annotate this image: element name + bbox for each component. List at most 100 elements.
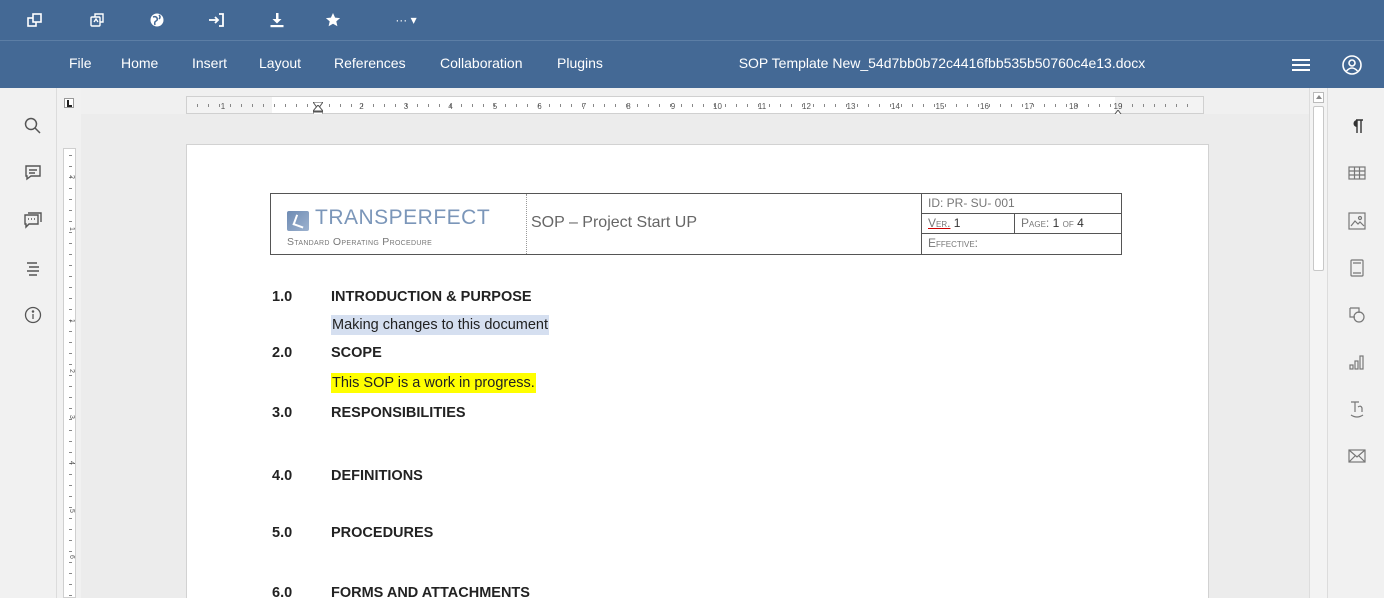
ruler-tick	[1066, 104, 1067, 107]
ruler-tick	[69, 331, 72, 332]
ruler-number: 2	[68, 369, 75, 373]
ruler-tick	[373, 104, 374, 107]
ruler-number: 1	[221, 102, 226, 111]
ruler-tick	[384, 104, 385, 107]
image-icon[interactable]	[1346, 210, 1368, 232]
ruler-number: 2	[359, 102, 364, 111]
menu-insert[interactable]: Insert	[192, 55, 227, 71]
globe-icon[interactable]	[144, 8, 170, 32]
star-icon[interactable]	[320, 8, 346, 32]
more-icon[interactable]: ··· ▾	[384, 8, 428, 32]
mail-merge-icon[interactable]	[1346, 445, 1368, 467]
section-text[interactable]: This SOP is a work in progress.	[331, 373, 536, 393]
page-total: 4	[1077, 216, 1084, 230]
document-canvas[interactable]: TRANSPERFECT Standard Operating Procedur…	[81, 114, 1309, 598]
ruler-tick	[69, 562, 72, 563]
menu-plugins[interactable]: Plugins	[557, 55, 603, 71]
scrollbar-thumb[interactable]	[1313, 106, 1324, 271]
vertical-ruler-ticks: 2 1 1 2 3 4 5 6	[68, 155, 75, 596]
ruler-tick	[681, 104, 682, 107]
chat-icon[interactable]	[22, 210, 44, 232]
scroll-up-arrow-icon[interactable]	[1313, 92, 1324, 103]
ruler-tick	[780, 104, 781, 107]
ruler-number: 4	[448, 102, 453, 111]
ruler-number: 11	[758, 102, 767, 111]
ruler-tick	[747, 104, 748, 107]
ruler-tick	[1143, 104, 1144, 107]
ruler-tick	[769, 104, 770, 107]
menu-layout[interactable]: Layout	[259, 55, 301, 71]
ruler-number: 15	[936, 102, 945, 111]
ruler-tick	[736, 104, 737, 107]
horizontal-ruler-ticks: 112345678910111213141516171819	[197, 102, 1188, 111]
text-art-icon[interactable]	[1346, 398, 1368, 420]
ruler-tick	[69, 309, 72, 310]
ruler-tick	[69, 199, 72, 200]
section-number: 2.0	[272, 345, 293, 361]
ruler-number: 17	[1025, 102, 1034, 111]
ruler-tick	[417, 104, 418, 107]
transperfect-logo-icon	[287, 211, 309, 231]
info-icon[interactable]	[22, 304, 44, 326]
ruler-tick	[69, 166, 72, 167]
chart-icon[interactable]	[1346, 351, 1368, 373]
ruler-number: 9	[671, 102, 676, 111]
ruler-tick	[659, 104, 660, 107]
ruler-tick	[923, 104, 924, 107]
menu-home[interactable]: Home	[121, 55, 158, 71]
user-icon[interactable]	[1341, 54, 1363, 76]
menu-file[interactable]: File	[69, 55, 92, 71]
horizontal-ruler[interactable]: 112345678910111213141516171819	[186, 96, 1204, 118]
right-sidebar	[1327, 88, 1384, 598]
ruler-number: 13	[847, 102, 856, 111]
section-title: SCOPE	[331, 345, 382, 361]
download-icon[interactable]	[264, 8, 290, 32]
import-icon[interactable]	[203, 8, 229, 32]
ruler-tick	[1088, 104, 1089, 107]
vertical-scrollbar[interactable]	[1309, 88, 1327, 598]
ruler-tick	[69, 243, 72, 244]
hamburger-menu-icon[interactable]	[1292, 59, 1310, 73]
right-indent-marker[interactable]	[1112, 105, 1124, 118]
ruler-tick	[69, 419, 72, 420]
ruler-tick	[791, 104, 792, 107]
menu-references[interactable]: References	[334, 55, 406, 71]
menu-collaboration[interactable]: Collaboration	[440, 55, 523, 71]
section-title: FORMS AND ATTACHMENTS	[331, 585, 530, 598]
ruler-tick	[472, 104, 473, 107]
ruler-number: 5	[68, 509, 75, 513]
page-field: Page: 1 of 4	[1014, 214, 1122, 234]
ruler-tick	[69, 353, 72, 354]
ruler-tick	[1132, 104, 1133, 107]
ruler-number: 6	[68, 555, 75, 559]
table-icon[interactable]	[1346, 162, 1368, 184]
ruler-number: 16	[980, 102, 989, 111]
document-page[interactable]: TRANSPERFECT Standard Operating Procedur…	[186, 144, 1209, 598]
copy-style-icon[interactable]	[84, 8, 110, 32]
ruler-number: 1	[68, 319, 75, 323]
ruler-number: 7	[582, 102, 587, 111]
ruler-tick	[69, 485, 72, 486]
logo-text: TRANSPERFECT	[315, 206, 491, 229]
paragraph-icon[interactable]	[1346, 115, 1368, 137]
ruler-tick	[1165, 104, 1166, 107]
shape-icon[interactable]	[1346, 304, 1368, 326]
section-text[interactable]: Making changes to this document	[331, 315, 550, 335]
ruler-tick	[461, 104, 462, 107]
comments-icon[interactable]	[22, 162, 44, 184]
ruler-tick	[69, 155, 72, 156]
vertical-ruler[interactable]: 2 1 1 2 3 4 5 6	[57, 88, 81, 598]
ruler-tick	[69, 518, 72, 519]
ruler-tick	[285, 104, 286, 107]
page-value: 1	[1052, 216, 1060, 230]
ruler-tick	[197, 104, 198, 107]
header-footer-icon[interactable]	[1346, 257, 1368, 279]
navigation-icon[interactable]	[22, 257, 44, 279]
ruler-tick	[1000, 104, 1001, 107]
ruler-tick	[69, 408, 72, 409]
open-in-window-icon[interactable]	[22, 8, 48, 32]
tab-stop-selector[interactable]	[64, 98, 74, 108]
ruler-tick	[274, 104, 275, 107]
search-icon[interactable]	[22, 115, 44, 137]
ruler-tick	[69, 386, 72, 387]
